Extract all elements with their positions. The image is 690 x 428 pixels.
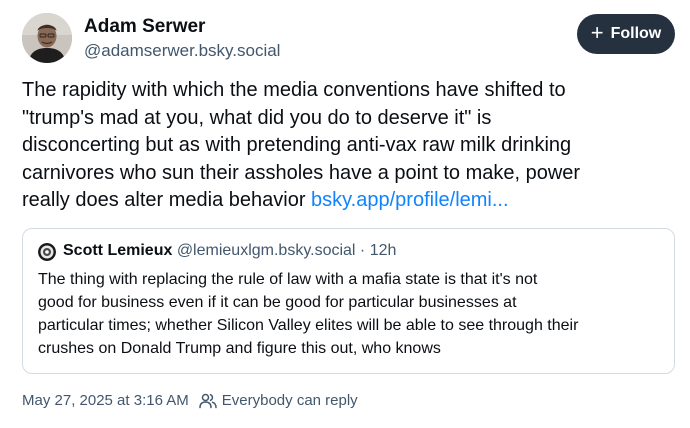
author-handle[interactable]: @adamserwer.bsky.social — [84, 41, 280, 61]
quote-author-name[interactable]: Scott Lemieux — [63, 242, 172, 259]
quote-text-line: The thing with replacing the rule of law… — [38, 271, 538, 288]
post-text-fragment: really does alter media behavior — [22, 189, 312, 211]
quote-text-line: crushes on Donald Trump and figure this … — [38, 340, 441, 357]
people-icon — [199, 393, 217, 408]
avatar-photo — [22, 13, 72, 63]
author-name[interactable]: Adam Serwer — [84, 16, 205, 38]
quote-avatar-logo — [38, 243, 56, 261]
follow-button-label: Follow — [610, 25, 662, 42]
quote-text-line: particular times; whether Silicon Valley… — [38, 317, 579, 334]
quote-timestamp[interactable]: 12h — [370, 242, 397, 259]
post-link[interactable]: bsky.app/profile/lemi... — [311, 189, 509, 211]
quote-post-card[interactable]: Scott Lemieux @lemieuxlgm.bsky.social · … — [22, 228, 675, 374]
post-text-line: "trump's mad at you, what did you do to … — [22, 106, 492, 129]
quote-author-avatar[interactable] — [38, 243, 56, 261]
post-timestamp[interactable]: May 27, 2025 at 3:16 AM — [22, 392, 189, 409]
quote-body: The thing with replacing the rule of law… — [38, 268, 668, 360]
follow-button[interactable]: + Follow — [577, 14, 675, 54]
reply-settings[interactable]: Everybody can reply — [199, 392, 358, 409]
post-meta: May 27, 2025 at 3:16 AM Everybody can re… — [22, 392, 358, 409]
quote-author-handle[interactable]: @lemieuxlgm.bsky.social — [177, 242, 356, 259]
quote-header: Scott Lemieux @lemieuxlgm.bsky.social · … — [63, 242, 396, 260]
post-text-line: disconcerting but as with pretending ant… — [22, 134, 572, 156]
post-text-line: The rapidity with which the media conven… — [22, 79, 566, 101]
post-text-line: carnivores who sun their assholes have a… — [22, 161, 581, 184]
quote-separator: · — [355, 242, 370, 259]
quote-text-line: good for business even if it can be good… — [38, 294, 517, 311]
post-text-line-last: really does alter media behavior bsky.ap… — [22, 187, 672, 215]
reply-setting-label: Everybody can reply — [221, 392, 358, 409]
plus-icon: + — [590, 20, 604, 45]
author-avatar[interactable] — [22, 13, 72, 63]
post-body: The rapidity with which the media conven… — [22, 77, 672, 215]
